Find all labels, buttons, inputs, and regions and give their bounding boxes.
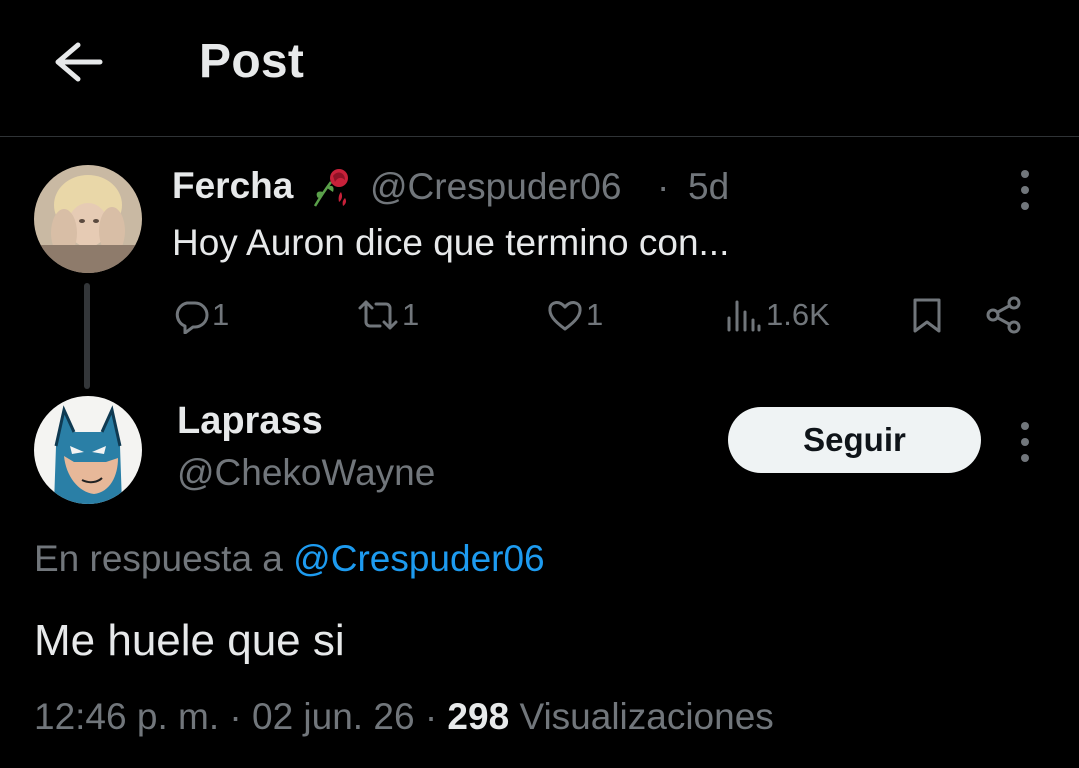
- dot-separator: ·: [229, 696, 242, 737]
- more-dot-icon: [1021, 202, 1029, 210]
- repost-icon: [358, 300, 398, 330]
- back-button[interactable]: [46, 36, 106, 88]
- reply-context: En respuesta a @Crespuder06: [34, 538, 545, 580]
- thread-connector-line: [84, 283, 90, 389]
- follow-button[interactable]: Seguir: [728, 407, 981, 473]
- views-button[interactable]: 1.6K: [724, 292, 830, 338]
- more-options-button[interactable]: [1012, 418, 1038, 466]
- reply-author-name[interactable]: Laprass: [177, 400, 323, 443]
- author-name[interactable]: Fercha: [172, 165, 293, 207]
- more-dot-icon: [1021, 186, 1029, 194]
- reply-button[interactable]: 1: [172, 292, 229, 338]
- wilted-rose-icon: [313, 169, 348, 207]
- reply-count: 1: [212, 297, 230, 332]
- repost-button[interactable]: 1: [356, 292, 419, 338]
- reply-icon: [175, 301, 209, 334]
- repost-count: 1: [402, 297, 420, 332]
- more-dot-icon: [1021, 438, 1029, 446]
- share-button[interactable]: [984, 292, 1026, 338]
- post-text[interactable]: Hoy Auron dice que termino con...: [172, 222, 729, 264]
- reply-views-count[interactable]: 298: [447, 696, 509, 737]
- reply-text: Me huele que si: [34, 616, 345, 665]
- dot-separator: ·: [424, 696, 438, 737]
- page-title: Post: [199, 35, 305, 88]
- dot-separator: ·: [657, 166, 670, 207]
- more-dot-icon: [1021, 454, 1029, 462]
- like-count: 1: [586, 297, 604, 332]
- post-time[interactable]: 5d: [688, 166, 729, 208]
- more-options-button[interactable]: [1012, 166, 1038, 214]
- reply-mention-link[interactable]: @Crespuder06: [293, 538, 544, 579]
- bookmark-button[interactable]: [908, 292, 946, 338]
- reply-views-label[interactable]: Visualizaciones: [519, 696, 773, 737]
- like-button[interactable]: 1: [546, 292, 603, 338]
- avatar-laprass[interactable]: [34, 396, 142, 504]
- author-handle[interactable]: @Crespuder06: [370, 166, 621, 208]
- heart-icon: [548, 301, 582, 331]
- more-dot-icon: [1021, 422, 1029, 430]
- reply-author-handle[interactable]: @ChekoWayne: [177, 452, 435, 494]
- reply-context-prefix: En respuesta a: [34, 538, 283, 579]
- analytics-icon: [727, 300, 761, 332]
- views-count: 1.6K: [766, 297, 830, 332]
- more-dot-icon: [1021, 170, 1029, 178]
- avatar-fercha[interactable]: [34, 165, 142, 273]
- bookmark-icon: [913, 298, 941, 333]
- share-icon: [986, 296, 1021, 334]
- post-timestamp[interactable]: 12:46 p. m.: [34, 696, 219, 737]
- post-screen: Post Fercha @Crespuder06 · 5d Hoy Auron …: [0, 0, 1079, 768]
- top-bar: Post: [0, 0, 1079, 137]
- post-meta: 12:46 p. m. · 02 jun. 26 · 298 Visualiza…: [34, 696, 774, 738]
- post-date[interactable]: 02 jun. 26: [252, 696, 415, 737]
- arrow-left-icon: [55, 42, 103, 82]
